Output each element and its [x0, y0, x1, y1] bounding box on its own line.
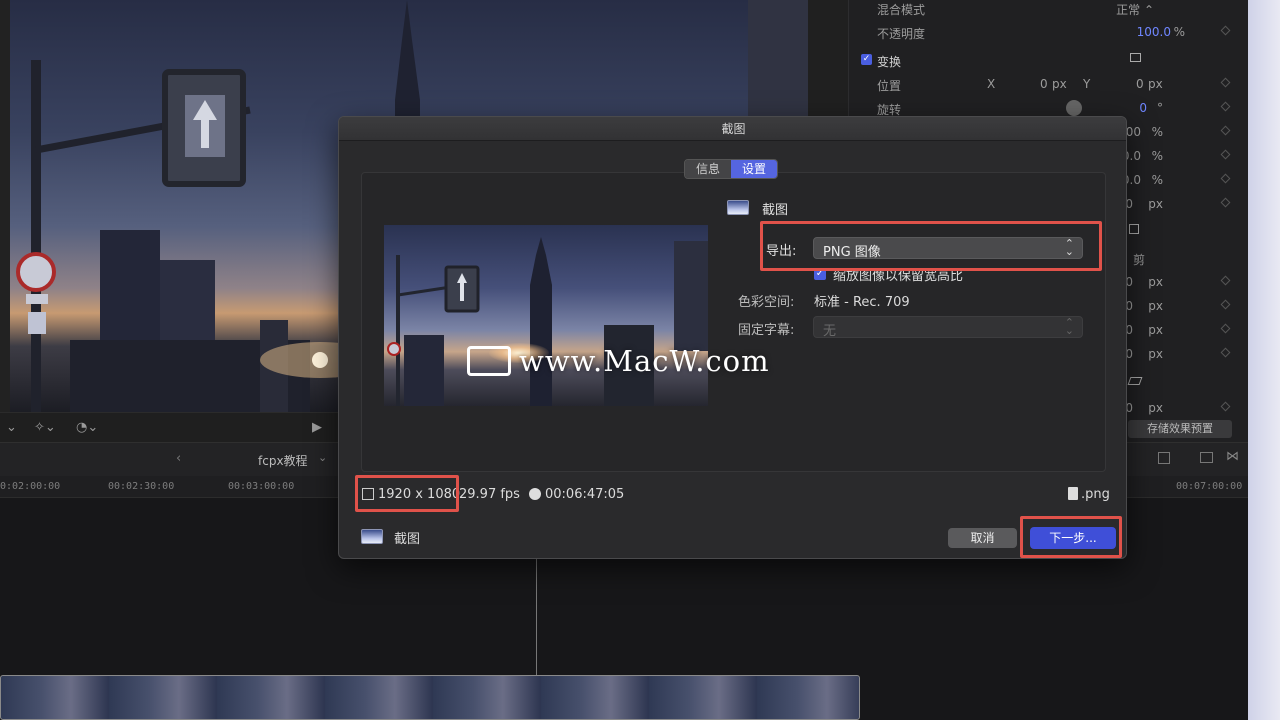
video-clip[interactable] [0, 675, 860, 720]
highlight-box [355, 475, 459, 512]
position-x-unit: px [1052, 77, 1067, 91]
keyframe-icon[interactable] [1220, 275, 1231, 286]
app-window: ⌄ ✧⌄ ◔⌄ ▶ 混合模式 正常 ⌃ 不透明度 100.0 % ✓ 变换 位置… [0, 0, 1280, 720]
highlight-box [760, 221, 1102, 271]
tab-info[interactable]: 信息 [685, 160, 732, 178]
position-y-label: Y [1083, 77, 1091, 91]
keyframe-icon[interactable] [1220, 125, 1231, 136]
crop-bottom-unit: px [1148, 347, 1163, 361]
file-extension: .png [1081, 487, 1110, 502]
fps-text: 29.97 fps [459, 487, 520, 502]
play-icon[interactable]: ▶ [312, 420, 322, 435]
opacity-label: 不透明度 [877, 27, 926, 41]
file-icon [1068, 487, 1078, 500]
color-space-label: 色彩空间: [738, 295, 795, 310]
opacity-value[interactable]: 100.0 [1137, 25, 1171, 39]
project-name[interactable]: fcpx教程 [258, 452, 308, 469]
settings-title: 截图 [762, 203, 789, 218]
blend-mode-label: 混合模式 [877, 3, 926, 17]
keyframe-icon[interactable] [1220, 149, 1231, 160]
scale-all-unit: % [1151, 125, 1163, 139]
transform-checkbox[interactable]: ✓ [861, 54, 872, 65]
magic-wand-icon[interactable]: ✧⌄ [34, 420, 56, 435]
keyframe-icon[interactable] [1220, 299, 1231, 310]
inspector-row-position: 位置 X 0 px Y 0 px [849, 72, 1249, 96]
crop-right-unit: px [1148, 299, 1163, 313]
timecode: 00:02:30:00 [108, 481, 175, 492]
dialog-title: 截图 [339, 117, 1126, 141]
snapshot-thumbnail-icon [727, 200, 749, 215]
clock-icon [529, 488, 541, 500]
highlight-box [1020, 516, 1122, 558]
keyframe-icon[interactable] [1220, 197, 1231, 208]
select-arrows-icon: ⌃ ⌄ [1064, 316, 1074, 337]
save-effects-preset-button[interactable]: 存储效果预置 [1128, 420, 1232, 438]
footer-title: 截图 [394, 532, 421, 547]
keyframe-icon[interactable] [1220, 25, 1231, 36]
watermark-text: www.MacW.com [519, 344, 770, 378]
transform-overlay-icon[interactable] [1130, 53, 1141, 62]
keyframe-icon[interactable] [1220, 347, 1231, 358]
crop-left-unit: px [1148, 275, 1163, 289]
scale-y-unit: % [1151, 173, 1163, 187]
position-y-unit: px [1148, 77, 1163, 91]
split-icon[interactable]: ⋈ [1226, 449, 1239, 464]
tab-settings[interactable]: 设置 [731, 160, 778, 178]
position-label: 位置 [877, 79, 902, 93]
distort-unit: px [1148, 401, 1163, 415]
keyframe-icon[interactable] [1220, 401, 1231, 412]
keyframe-icon[interactable] [1220, 323, 1231, 334]
watermark: www.MacW.com [467, 343, 770, 379]
inspector-row-opacity: 不透明度 100.0 % [849, 20, 1249, 44]
layers-icon[interactable] [1200, 452, 1213, 463]
crop-type-label: 剪 [1133, 253, 1146, 267]
speedometer-icon[interactable]: ◔⌄ [76, 420, 98, 435]
distort-overlay-icon[interactable] [1127, 377, 1143, 385]
cancel-button[interactable]: 取消 [948, 528, 1017, 548]
chevron-down-icon[interactable]: ⌄ [6, 420, 17, 435]
captions-label: 固定字幕: [738, 323, 795, 338]
timecode: 00:03:00:00 [228, 481, 295, 492]
footer-thumbnail-icon [361, 529, 383, 544]
timecode: 0:02:00:00 [0, 481, 61, 492]
inspector-row-blend: 混合模式 正常 ⌃ [849, 0, 1249, 20]
scale-x-unit: % [1151, 149, 1163, 163]
crop-overlay-icon[interactable] [1129, 224, 1139, 234]
position-y-value[interactable]: 0 [1136, 77, 1144, 91]
chevron-down-icon[interactable]: ⌄ [318, 451, 327, 464]
blend-mode-value[interactable]: 正常 ⌃ [1116, 1, 1154, 18]
keyframe-icon[interactable] [1220, 101, 1231, 112]
opacity-unit: % [1173, 25, 1185, 39]
timecode: 00:07:00:00 [1176, 481, 1243, 492]
captions-value: 无 [823, 324, 837, 339]
rotation-value[interactable]: 0 [1139, 101, 1147, 115]
watermark-logo-icon [467, 346, 511, 376]
transform-label: 变换 [877, 55, 902, 69]
color-space-value: 标准 - Rec. 709 [814, 295, 910, 310]
crop-top-unit: px [1148, 323, 1163, 337]
position-x-value[interactable]: 0 [1040, 77, 1048, 91]
back-arrow-icon[interactable]: ‹ [176, 451, 181, 466]
clip-appearance-icon[interactable] [1158, 452, 1170, 464]
position-x-label: X [987, 77, 996, 91]
keyframe-icon[interactable] [1220, 77, 1231, 88]
inspector-row-transform: ✓ 变换 [849, 48, 1249, 72]
viewer-left-edge [0, 0, 10, 412]
captions-select: 无 ⌃ ⌄ [813, 316, 1083, 339]
tab-bar: 信息 设置 [684, 159, 779, 179]
rotation-dial-icon[interactable] [1066, 100, 1082, 116]
anchor-unit: px [1148, 197, 1163, 211]
desktop-edge [1248, 0, 1280, 720]
rotation-unit: ° [1157, 101, 1163, 115]
duration-text: 00:06:47:05 [545, 487, 625, 502]
keyframe-icon[interactable] [1220, 173, 1231, 184]
